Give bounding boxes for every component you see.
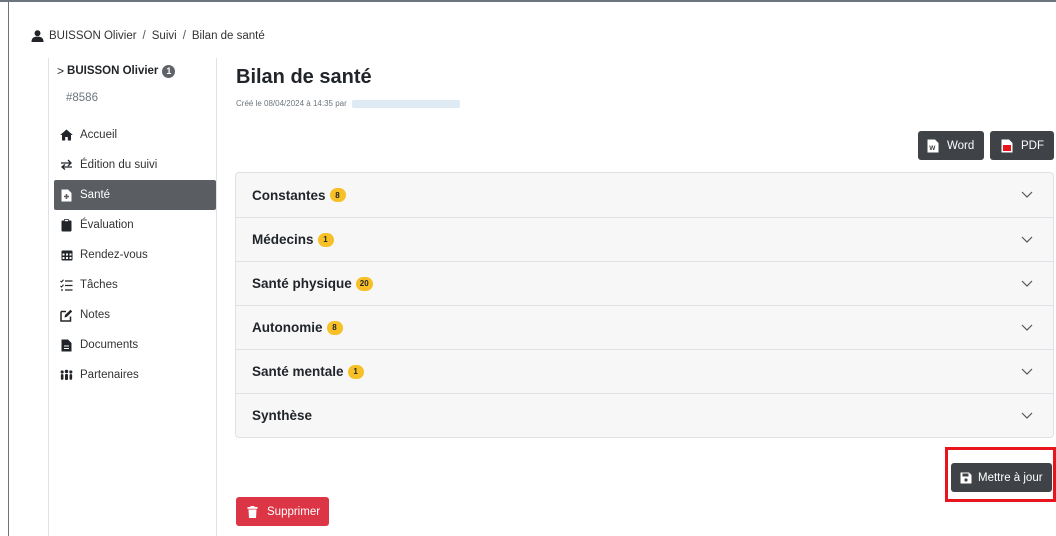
chevron-down-icon bbox=[1021, 324, 1033, 331]
accordion-item-sante-mentale[interactable]: Santé mentale 1 bbox=[236, 349, 1053, 393]
home-icon bbox=[60, 129, 73, 142]
accordion-item-constantes[interactable]: Constantes 8 bbox=[236, 173, 1053, 217]
accordion-item-sante-physique[interactable]: Santé physique 20 bbox=[236, 261, 1053, 305]
breadcrumb-user[interactable]: BUISSON Olivier bbox=[49, 30, 137, 42]
sidebar-item-label: Rendez-vous bbox=[80, 249, 148, 261]
sidebar-user[interactable]: > BUISSON Olivier 1 bbox=[57, 64, 176, 78]
file-icon bbox=[60, 339, 73, 352]
accordion-item-label: Synthèse bbox=[252, 408, 313, 423]
tasks-icon bbox=[60, 279, 73, 292]
breadcrumb-separator: / bbox=[182, 30, 186, 42]
sections-accordion: Constantes 8 Médecins 1 Santé physique 2… bbox=[235, 172, 1054, 438]
sidebar-item-label: Santé bbox=[80, 189, 111, 201]
chevron-down-icon bbox=[1021, 191, 1033, 198]
window-left-border bbox=[8, 0, 9, 536]
chevron-down-icon bbox=[1021, 368, 1033, 375]
clipboard-icon bbox=[60, 218, 73, 232]
sidebar-item-partenaires[interactable]: Partenaires bbox=[54, 360, 216, 390]
user-icon bbox=[31, 30, 44, 42]
count-badge: 1 bbox=[347, 364, 364, 379]
chevron-down-icon bbox=[1021, 236, 1033, 243]
count-badge: 8 bbox=[326, 320, 343, 335]
sidebar-item-label: Partenaires bbox=[80, 369, 139, 381]
sidebar-user-badge: 1 bbox=[162, 64, 176, 78]
breadcrumb: BUISSON Olivier / Suivi / Bilan de santé bbox=[31, 30, 265, 42]
sidebar-item-label: Notes bbox=[80, 309, 111, 321]
sidebar-item-accueil[interactable]: Accueil bbox=[54, 120, 216, 150]
edit-icon bbox=[60, 309, 73, 322]
redacted-author bbox=[351, 99, 460, 108]
breadcrumb-section[interactable]: Suivi bbox=[152, 30, 177, 42]
word-icon: W bbox=[926, 138, 939, 153]
count-badge: 1 bbox=[317, 232, 334, 247]
export-word-button[interactable]: W Word bbox=[918, 131, 984, 160]
sidebar-item-sante[interactable]: Santé bbox=[54, 180, 216, 210]
sidebar-item-label: Accueil bbox=[80, 129, 118, 141]
sidebar-item-edition[interactable]: Édition du suivi bbox=[54, 150, 216, 180]
highlight-box bbox=[945, 447, 1056, 502]
chevron-down-icon bbox=[1021, 412, 1033, 419]
export-word-label: Word bbox=[947, 139, 975, 152]
accordion-item-label: Constantes bbox=[252, 187, 326, 203]
breadcrumb-separator: / bbox=[142, 30, 146, 42]
svg-text:W: W bbox=[929, 145, 936, 152]
sidebar-item-label: Évaluation bbox=[80, 219, 134, 231]
sidebar-item-label: Édition du suivi bbox=[80, 159, 158, 171]
created-meta: Créé le 08/04/2024 à 14:35 par bbox=[236, 99, 460, 108]
sidebar-item-taches[interactable]: Tâches bbox=[54, 270, 216, 300]
accordion-item-label: Santé physique bbox=[252, 276, 352, 291]
sidebar-user-id: #8586 bbox=[66, 92, 98, 104]
sidebar-item-notes[interactable]: Notes bbox=[54, 300, 216, 330]
accordion-item-label: Autonomie bbox=[252, 320, 323, 335]
sidebar-user-name: BUISSON Olivier bbox=[67, 65, 159, 77]
sidebar-item-label: Tâches bbox=[80, 279, 118, 291]
breadcrumb-current: Bilan de santé bbox=[191, 30, 265, 42]
accordion-item-medecins[interactable]: Médecins 1 bbox=[236, 217, 1053, 261]
export-pdf-button[interactable]: PDF bbox=[990, 131, 1054, 160]
trash-icon bbox=[246, 504, 259, 519]
chevron-right-icon: > bbox=[57, 64, 65, 78]
delete-label: Supprimer bbox=[267, 505, 321, 518]
accordion-item-label: Médecins bbox=[252, 232, 314, 247]
delete-button[interactable]: Supprimer bbox=[236, 497, 329, 526]
people-icon bbox=[60, 369, 73, 382]
sidebar-item-documents[interactable]: Documents bbox=[54, 330, 216, 360]
sidebar: > BUISSON Olivier 1 #8586 Accueil Éditio… bbox=[48, 58, 217, 536]
accordion-item-autonomie[interactable]: Autonomie 8 bbox=[236, 305, 1053, 349]
count-badge: 8 bbox=[329, 188, 346, 202]
sidebar-item-label: Documents bbox=[80, 339, 139, 351]
created-meta-text: Créé le 08/04/2024 à 14:35 par bbox=[236, 99, 347, 108]
sidebar-item-evaluation[interactable]: Évaluation bbox=[54, 210, 216, 240]
export-pdf-label: PDF bbox=[1021, 139, 1044, 152]
page-title: Bilan de santé bbox=[236, 66, 372, 88]
window-top-border bbox=[0, 0, 1056, 2]
accordion-item-synthese[interactable]: Synthèse bbox=[236, 393, 1053, 437]
sidebar-item-rendez-vous[interactable]: Rendez-vous bbox=[54, 240, 216, 270]
pdf-icon bbox=[1000, 138, 1013, 153]
calendar-icon bbox=[60, 249, 73, 262]
accordion-item-label: Santé mentale bbox=[252, 364, 344, 379]
exchange-icon bbox=[60, 159, 73, 172]
count-badge: 20 bbox=[355, 276, 373, 291]
chevron-down-icon bbox=[1021, 280, 1033, 287]
file-medical-icon bbox=[60, 189, 73, 202]
